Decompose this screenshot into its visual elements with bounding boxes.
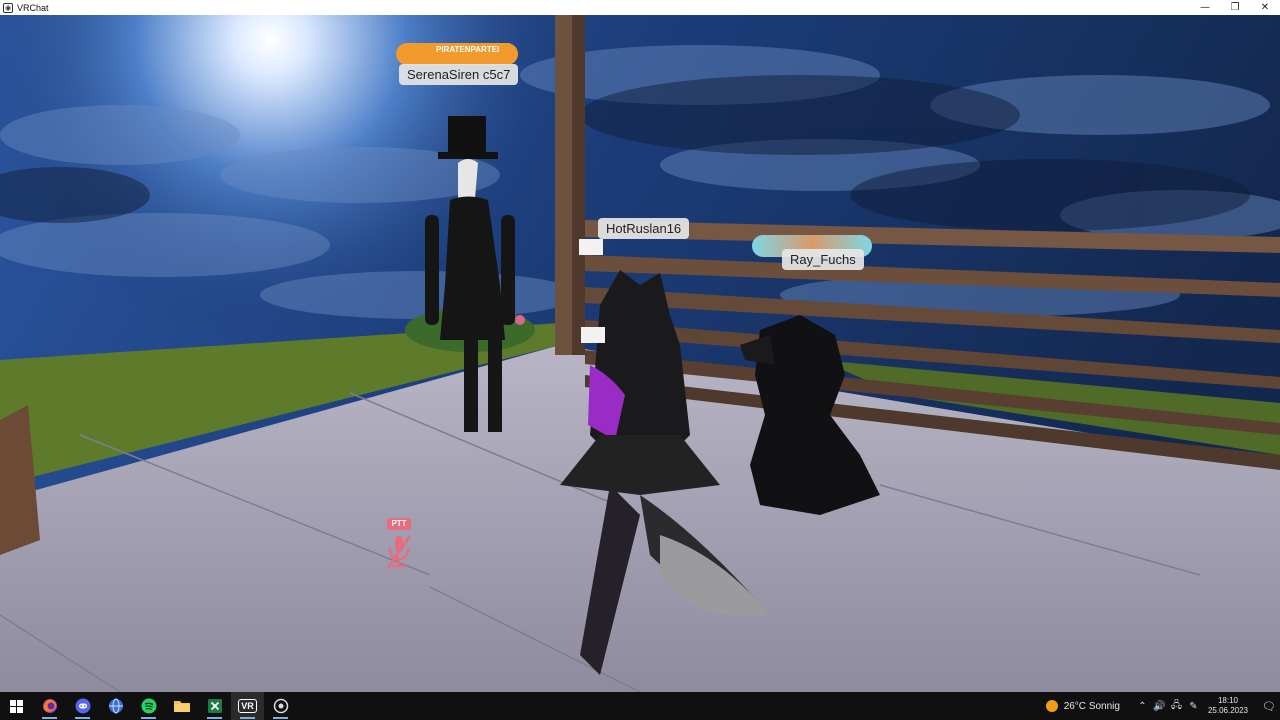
- folder-icon: [173, 701, 190, 712]
- muted-microphone-icon: [386, 535, 412, 569]
- scene-drawing: [0, 15, 1280, 692]
- ptt-label: PTT: [387, 518, 411, 530]
- close-button[interactable]: ✕: [1250, 0, 1280, 15]
- tray-chevron-icon[interactable]: ⌃: [1134, 701, 1151, 712]
- weather-condition: Sonnig: [1088, 700, 1120, 712]
- floating-sign: [579, 239, 603, 255]
- clock-date: 25.06.2023: [1207, 706, 1248, 715]
- taskbar-excel[interactable]: [198, 692, 231, 720]
- sun-weather-icon: [1045, 700, 1058, 712]
- vr-icon: ◉: [3, 2, 13, 13]
- minimize-button[interactable]: —: [1190, 0, 1220, 15]
- excel-icon: [207, 699, 222, 713]
- window-title: VRChat: [17, 2, 49, 13]
- firefox-icon: [42, 699, 57, 713]
- weather-widget[interactable]: 26°C Sonnig: [1064, 701, 1120, 712]
- game-viewport[interactable]: PIRATENPARTEI SerenaSiren c5c7 HotRuslan…: [0, 15, 1280, 692]
- taskbar: VR 26°C Sonnig ⌃ 🔊 🖧 ✎ 18:10 25.06.2023 …: [0, 692, 1280, 720]
- piratenpartei-badge-icon: PIRATENPARTEI: [396, 43, 518, 65]
- floating-sign: [581, 327, 605, 343]
- taskbar-recorder[interactable]: [264, 692, 297, 720]
- taskbar-file-explorer[interactable]: [165, 692, 198, 720]
- taskbar-spotify[interactable]: [132, 692, 165, 720]
- network-icon[interactable]: 🖧: [1168, 698, 1185, 715]
- globe-icon: [108, 698, 123, 714]
- clock-time: 18:10: [1217, 696, 1238, 705]
- nameplate-serenasiren: SerenaSiren c5c7: [399, 64, 519, 85]
- record-icon: [273, 698, 288, 714]
- restore-button[interactable]: ❐: [1220, 0, 1250, 15]
- nameplate-ray-fuchs: Ray_Fuchs: [782, 249, 864, 270]
- taskbar-vrchat[interactable]: VR: [231, 692, 264, 720]
- discord-icon: [75, 698, 90, 714]
- nameplate-hotruslan: HotRuslan16: [598, 218, 690, 239]
- pen-icon[interactable]: ✎: [1185, 701, 1202, 712]
- taskbar-firefox[interactable]: [33, 692, 66, 720]
- system-clock[interactable]: 18:10 25.06.2023: [1208, 696, 1248, 716]
- taskbar-discord[interactable]: [66, 692, 99, 720]
- weather-temp: 26°C: [1063, 700, 1087, 712]
- window-title-bar: ◉ VRChat — ❐ ✕: [0, 0, 1280, 15]
- ptt-indicator: PTT: [384, 518, 414, 574]
- taskbar-browser[interactable]: [99, 692, 132, 720]
- start-button[interactable]: [0, 692, 33, 720]
- vr-icon: VR: [238, 699, 257, 713]
- windows-start-icon: [10, 699, 23, 713]
- speaker-icon[interactable]: 🔊: [1151, 701, 1168, 712]
- spotify-icon: [141, 698, 156, 714]
- notification-icon[interactable]: 🗨: [1258, 700, 1280, 713]
